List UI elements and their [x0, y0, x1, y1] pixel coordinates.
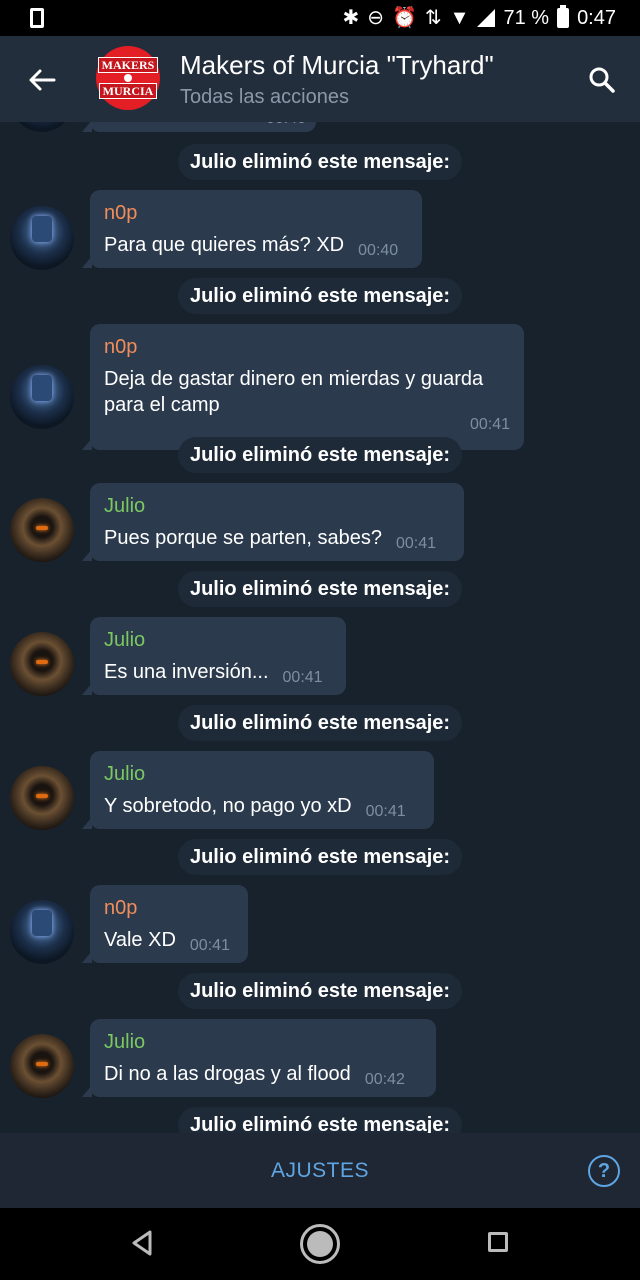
message-text: Es una inversión...	[104, 661, 269, 683]
avatar-julio[interactable]	[10, 766, 74, 830]
message-time: 00:41	[365, 803, 406, 820]
nav-home-icon[interactable]	[300, 1224, 340, 1264]
avatar-logo-dot	[124, 74, 132, 82]
message-bubble[interactable]: 00:40	[82, 122, 316, 132]
sender-name: n0p	[104, 897, 138, 919]
service-message: Julio eliminó este mensaje:	[178, 705, 462, 741]
alarm-icon: ⏰	[392, 7, 417, 29]
battery-icon	[557, 5, 570, 28]
sender-name: Julio	[104, 763, 146, 785]
message-time: 00:41	[469, 416, 510, 433]
chat-header: MAKERS MURCIA Makers of Murcia "Tryhard"…	[0, 36, 640, 122]
service-message: Julio eliminó este mensaje:	[178, 839, 462, 875]
message-bubble[interactable]: n0p Para que quieres más? XD 00:40	[82, 190, 422, 268]
service-message: Julio eliminó este mensaje:	[178, 1107, 462, 1133]
nav-back-icon[interactable]	[128, 1228, 156, 1258]
service-message: Julio eliminó este mensaje:	[178, 278, 462, 314]
sender-name: Julio	[104, 495, 146, 517]
do-not-disturb-icon: ⊖	[367, 7, 384, 29]
phone-icon	[30, 8, 44, 28]
sender-name: n0p	[104, 202, 138, 224]
settings-button[interactable]: AJUSTES	[220, 1133, 420, 1208]
message-bubble[interactable]: Julio Y sobretodo, no pago yo xD 00:41	[82, 751, 434, 829]
arrow-left-icon	[29, 69, 56, 91]
sender-name: Julio	[104, 629, 146, 651]
status-bar: ✱ ⊖ ⏰ ⇅ ▼ 71 % 0:47	[0, 0, 640, 36]
bluetooth-icon: ✱	[342, 7, 360, 29]
message-text: Para que quieres más? XD	[104, 234, 345, 256]
message-list[interactable]: 00:40 Julio eliminó este mensaje: n0p Pa…	[0, 122, 640, 1133]
chat-title[interactable]: Makers of Murcia "Tryhard"	[180, 50, 494, 81]
system-nav-bar	[0, 1208, 640, 1280]
message-time: 00:40	[266, 122, 306, 130]
message-time: 00:40	[358, 242, 399, 259]
data-arrows-icon: ⇅	[424, 7, 442, 29]
back-button[interactable]	[18, 56, 66, 104]
nav-recents-icon[interactable]	[488, 1232, 508, 1252]
message-time: 00:41	[395, 535, 437, 552]
chat-subtitle: Todas las acciones	[180, 86, 349, 108]
sender-name: Julio	[104, 1031, 146, 1053]
help-icon[interactable]: ?	[588, 1155, 620, 1187]
wifi-icon: ▼	[449, 7, 470, 29]
message-text: Pues porque se parten, sabes?	[104, 527, 382, 549]
message-text: Y sobretodo, no pago yo xD	[104, 795, 352, 817]
avatar-logo-top: MAKERS	[97, 57, 159, 73]
message-time: 00:41	[282, 669, 323, 686]
avatar-n0p[interactable]	[10, 206, 74, 270]
search-button[interactable]	[578, 56, 626, 104]
avatar-n0p[interactable]	[10, 900, 74, 964]
message-text: Deja de gastar dinero en mierdas y guard…	[104, 368, 484, 416]
message-bubble[interactable]: Julio Es una inversión... 00:41	[82, 617, 346, 695]
message-text: Di no a las drogas y al flood	[104, 1063, 351, 1085]
avatar-logo-bottom: MURCIA	[98, 83, 158, 99]
avatar-n0p[interactable]	[10, 122, 74, 132]
service-message: Julio eliminó este mensaje:	[178, 437, 462, 473]
message-time: 00:42	[364, 1071, 405, 1088]
sender-name: n0p	[104, 336, 138, 358]
avatar-julio[interactable]	[10, 1034, 74, 1098]
service-message: Julio eliminó este mensaje:	[178, 571, 462, 607]
group-avatar[interactable]: MAKERS MURCIA	[96, 46, 160, 110]
service-message: Julio eliminó este mensaje:	[178, 973, 462, 1009]
message-bubble[interactable]: Julio Di no a las drogas y al flood 00:4…	[82, 1019, 436, 1097]
message-bubble[interactable]: Julio Pues porque se parten, sabes? 00:4…	[82, 483, 464, 561]
avatar-julio[interactable]	[10, 632, 74, 696]
battery-percent: 71 %	[503, 6, 550, 29]
signal-icon	[477, 9, 496, 27]
message-time: 00:41	[189, 937, 230, 954]
bottom-bar: AJUSTES ?	[0, 1133, 640, 1208]
avatar-n0p[interactable]	[10, 365, 74, 429]
message-bubble[interactable]: n0p Deja de gastar dinero en mierdas y g…	[82, 324, 524, 450]
service-message: Julio eliminó este mensaje:	[178, 144, 462, 180]
message-bubble[interactable]: n0p Vale XD 00:41	[82, 885, 248, 963]
avatar-julio[interactable]	[10, 498, 74, 562]
clock: 0:47	[577, 6, 616, 29]
message-text: Vale XD	[104, 929, 176, 951]
search-icon	[589, 67, 615, 93]
